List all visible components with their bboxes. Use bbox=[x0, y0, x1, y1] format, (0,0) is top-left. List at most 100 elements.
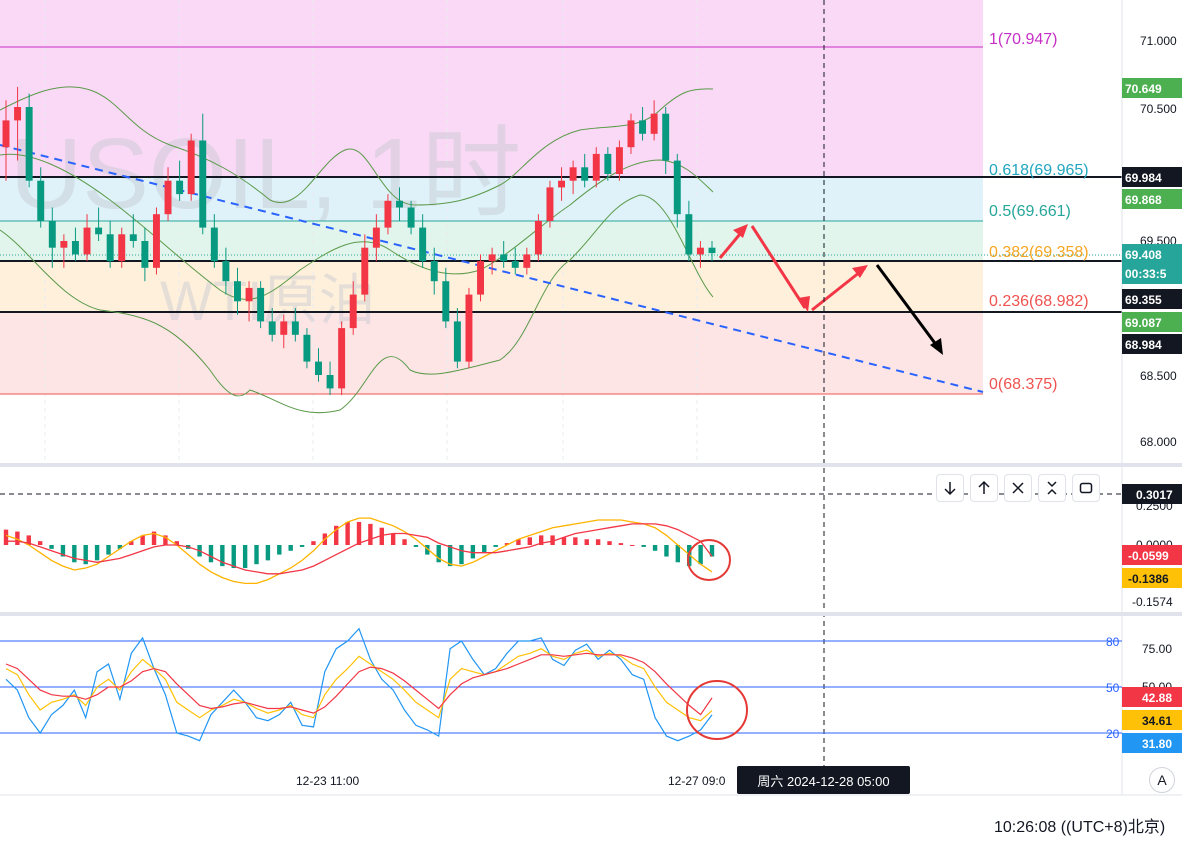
candle-body bbox=[627, 120, 635, 148]
candle-body bbox=[164, 180, 172, 215]
macd-bar bbox=[493, 545, 498, 547]
candle-body bbox=[430, 261, 438, 282]
candle-body bbox=[523, 254, 531, 268]
macd-bar bbox=[3, 529, 9, 545]
macd-bar bbox=[94, 545, 100, 561]
macd-bar bbox=[208, 545, 214, 563]
candle-body bbox=[141, 241, 149, 268]
candle-body bbox=[419, 227, 427, 262]
price-tag: 69.408 bbox=[1125, 248, 1162, 262]
time-label: 12-23 11:00 bbox=[296, 774, 359, 788]
candle-body bbox=[407, 207, 415, 228]
kdj-j-line bbox=[5, 627, 713, 742]
candle-body bbox=[152, 214, 160, 268]
kdj-k-line bbox=[5, 648, 713, 722]
candle-body bbox=[48, 220, 56, 248]
watermark-symbol: USOIL, 1时 bbox=[10, 118, 521, 230]
candle-body bbox=[500, 254, 508, 262]
kdj-highlight-circle bbox=[686, 680, 748, 740]
candle-body bbox=[696, 247, 704, 255]
candle-body bbox=[234, 281, 241, 302]
macd-tag-dea: -0.1386 bbox=[1128, 572, 1169, 586]
macd-bar bbox=[482, 545, 487, 553]
crosshair-date-tooltip: 周六 2024-12-28 05:00 bbox=[737, 766, 910, 794]
macd-bar bbox=[390, 533, 396, 545]
candle-body bbox=[534, 220, 542, 255]
candle-body bbox=[106, 234, 114, 262]
macd-tag-dif: -0.0599 bbox=[1128, 549, 1169, 563]
candle-body bbox=[488, 254, 496, 262]
candle-body bbox=[2, 120, 10, 148]
candle-body bbox=[118, 234, 126, 262]
arrow-up-icon[interactable] bbox=[970, 474, 998, 502]
candle-body bbox=[396, 200, 403, 208]
macd-bar bbox=[630, 545, 635, 546]
price-tag: 68.984 bbox=[1125, 338, 1162, 352]
macd-bar bbox=[106, 545, 111, 555]
candle-body bbox=[384, 200, 392, 228]
macd-bar bbox=[402, 539, 407, 545]
macd-bar bbox=[254, 545, 259, 565]
candle-body bbox=[25, 107, 33, 181]
macd-bar bbox=[618, 543, 624, 545]
macd-bar bbox=[641, 545, 646, 547]
price-tag: 69.355 bbox=[1125, 293, 1162, 307]
macd-bar bbox=[675, 545, 681, 563]
collapse-icon[interactable] bbox=[1038, 474, 1066, 502]
candle-body bbox=[71, 241, 79, 255]
arrow-down-icon[interactable] bbox=[936, 474, 964, 502]
fib-label-0382: 0.382(69.358) bbox=[989, 244, 1089, 261]
macd-bar bbox=[345, 521, 350, 545]
macd-bar bbox=[288, 545, 293, 551]
candle-body bbox=[187, 140, 195, 195]
candle-body bbox=[83, 227, 91, 255]
kdj-level-20: 20 bbox=[1106, 727, 1120, 741]
macd-bar bbox=[37, 541, 43, 545]
macd-bar bbox=[527, 537, 533, 545]
candle-body bbox=[349, 294, 357, 329]
candle-body bbox=[442, 281, 450, 322]
candle-body bbox=[511, 261, 519, 268]
candle-body bbox=[581, 167, 589, 181]
auto-scale-button[interactable]: A bbox=[1149, 767, 1175, 793]
time-label: 12-27 09:0 bbox=[668, 774, 726, 788]
price-tick: 68.500 bbox=[1140, 369, 1177, 383]
candle-body bbox=[558, 180, 566, 188]
watermark-name: WTI原油 bbox=[160, 269, 375, 332]
macd-histogram bbox=[3, 521, 715, 569]
kdj-tag-d: 42.88 bbox=[1142, 691, 1172, 705]
candle-body bbox=[650, 113, 658, 134]
macd-bar bbox=[607, 541, 612, 545]
macd-bar bbox=[573, 537, 578, 545]
candle-body bbox=[95, 227, 103, 235]
kdj-level-80: 80 bbox=[1106, 635, 1120, 649]
trading-chart[interactable]: USOIL, 1时 WTI原油 1(70.947) 0.618(69.965) … bbox=[0, 0, 1182, 847]
kdj-tag-j: 31.80 bbox=[1142, 737, 1172, 751]
candle-body bbox=[465, 294, 473, 362]
footer-clock[interactable]: 10:26:08 ((UTC+8)北京) bbox=[994, 813, 1165, 837]
fib-label-1: 1(70.947) bbox=[989, 31, 1058, 48]
price-tag: 69.984 bbox=[1125, 171, 1162, 185]
price-tags: 70.649 69.984 69.868 69.408 00:33:5 69.3… bbox=[1122, 78, 1182, 354]
price-tick: 68.000 bbox=[1140, 435, 1177, 449]
candle-body bbox=[372, 227, 380, 248]
candle-body bbox=[604, 153, 612, 174]
candle-body bbox=[477, 261, 484, 295]
maximize-icon[interactable] bbox=[1072, 474, 1100, 502]
macd-bar bbox=[368, 523, 373, 545]
macd-bar bbox=[664, 545, 669, 557]
macd-bar bbox=[356, 521, 362, 545]
candle-body bbox=[129, 234, 137, 241]
fib-label-0236: 0.236(68.982) bbox=[989, 293, 1089, 310]
price-tag: 69.868 bbox=[1125, 193, 1162, 207]
kdj-d-line bbox=[5, 652, 713, 716]
close-icon[interactable] bbox=[1004, 474, 1032, 502]
price-tick: 70.500 bbox=[1140, 102, 1177, 116]
macd-bottom-value: -0.1574 bbox=[1132, 595, 1173, 609]
macd-bar bbox=[299, 545, 305, 547]
kdj-tag-k: 34.61 bbox=[1142, 714, 1172, 728]
fib-label-05: 0.5(69.661) bbox=[989, 203, 1071, 220]
candle-body bbox=[569, 167, 577, 181]
candle-body bbox=[291, 321, 299, 335]
macd-bar bbox=[265, 545, 271, 561]
